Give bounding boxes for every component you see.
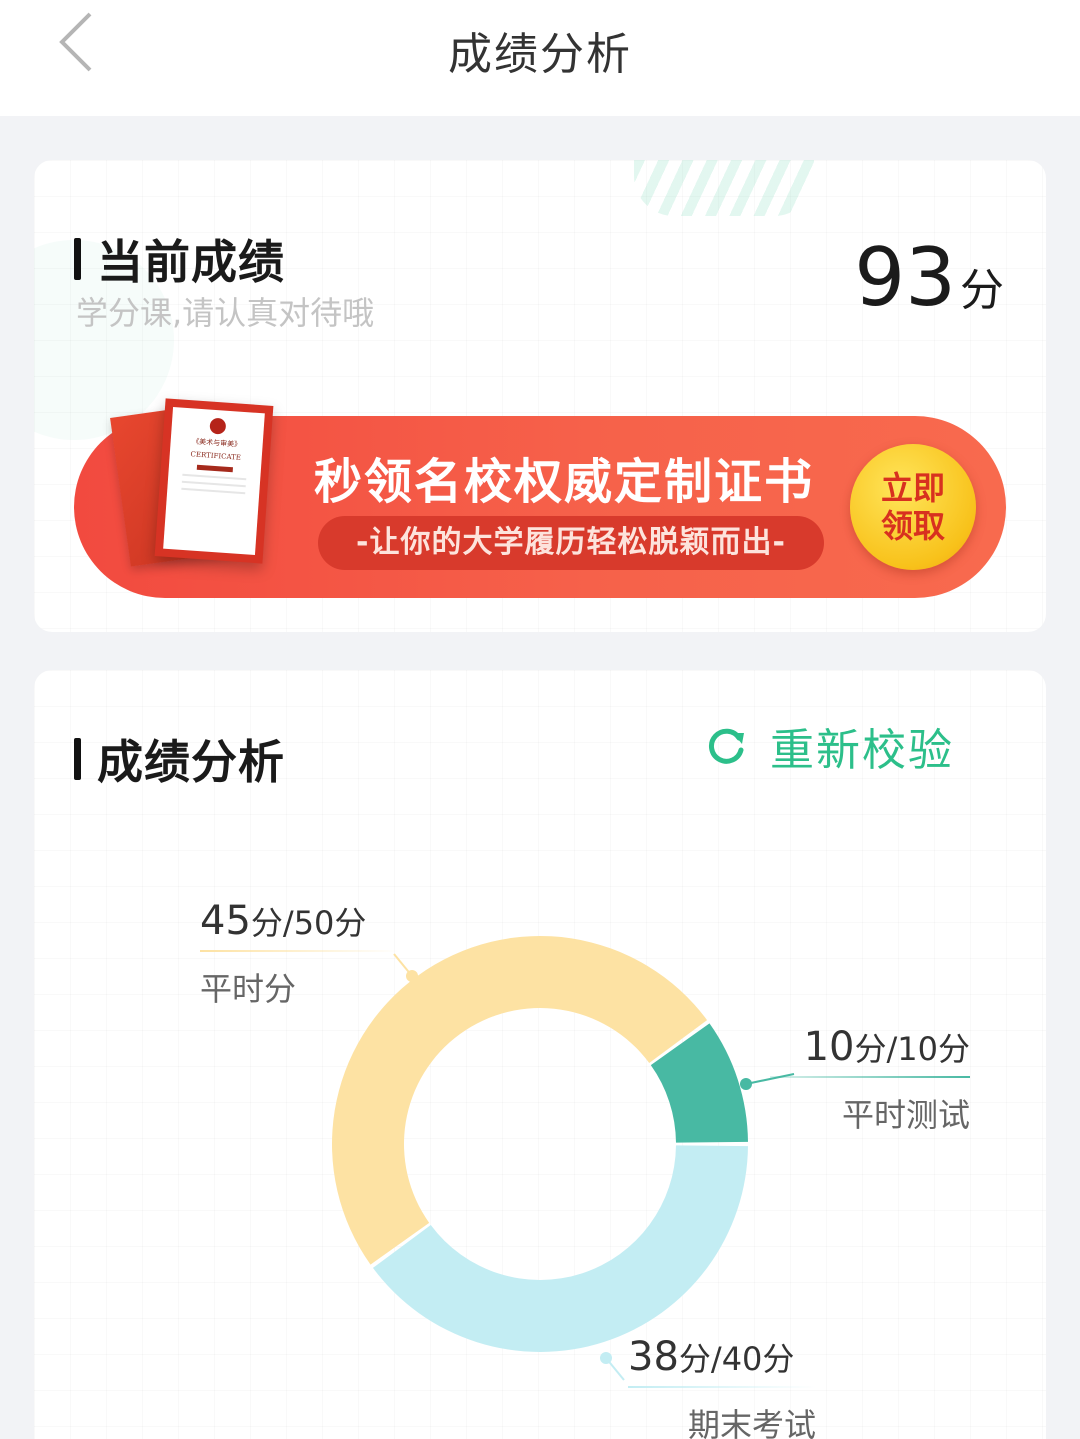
certificate-frame: 《美术与审美》 CERTIFICATE — [154, 398, 274, 564]
decor-stripes — [634, 160, 814, 216]
current-score-heading: 当前成绩 — [97, 235, 285, 289]
regular-score-name: 平时分 — [200, 970, 297, 1008]
regular-test-name: 平时测试 — [841, 1096, 970, 1134]
claim-button[interactable]: 立即 领取 — [850, 444, 976, 570]
regular-score-value: 45分/50分 — [200, 898, 367, 944]
certificate-course: 《美术与审美》 — [191, 437, 242, 449]
certificate-seal — [209, 417, 227, 435]
page-title: 成绩分析 — [448, 29, 632, 80]
regular-test-value: 10分/10分 — [803, 1024, 970, 1070]
slice-final-exam — [372, 1145, 748, 1352]
final-exam-name: 期末考试 — [687, 1406, 816, 1439]
score-unit: 分 — [960, 265, 1004, 316]
nav-bar: 成绩分析 — [0, 0, 1080, 116]
label-regular-test: 10分/10分 平时测试 — [770, 1024, 970, 1136]
claim-button-line2: 领取 — [880, 507, 945, 545]
score-value: 93 — [854, 231, 956, 324]
dot-regular-test — [740, 1078, 752, 1090]
score-analysis-card: 成绩分析 重新校验 45分/50分 平时分 10分/10分 平时测试 38分/4… — [34, 670, 1046, 1439]
certificate-image: 《美术与审美》 CERTIFICATE — [110, 398, 290, 570]
banner-headline: 秒领名校权威定制证书 — [314, 454, 815, 510]
current-score-header: 当前成绩 — [74, 226, 285, 292]
dot-regular-score — [406, 970, 418, 982]
current-score-card: 当前成绩 学分课,请认真对待哦 93 分 《美术与审美》 CERTIFICATE… — [34, 160, 1046, 632]
banner-tagline: -让你的大学履历轻松脱颖而出- — [318, 516, 824, 570]
dot-final-exam — [600, 1352, 612, 1364]
heading-bar — [74, 238, 81, 280]
certificate-word: CERTIFICATE — [190, 450, 242, 462]
claim-button-line1: 立即 — [880, 469, 945, 507]
current-score-subtitle: 学分课,请认真对待哦 — [76, 294, 375, 332]
final-exam-value: 38分/40分 — [628, 1334, 795, 1380]
label-regular-score: 45分/50分 平时分 — [200, 898, 400, 1010]
label-final-exam: 38分/40分 期末考试 — [628, 1334, 816, 1439]
current-score: 93 分 — [854, 238, 1004, 318]
certificate-banner[interactable]: 《美术与审美》 CERTIFICATE 秒领名校权威定制证书 -让你的大学履历轻… — [74, 398, 1006, 598]
